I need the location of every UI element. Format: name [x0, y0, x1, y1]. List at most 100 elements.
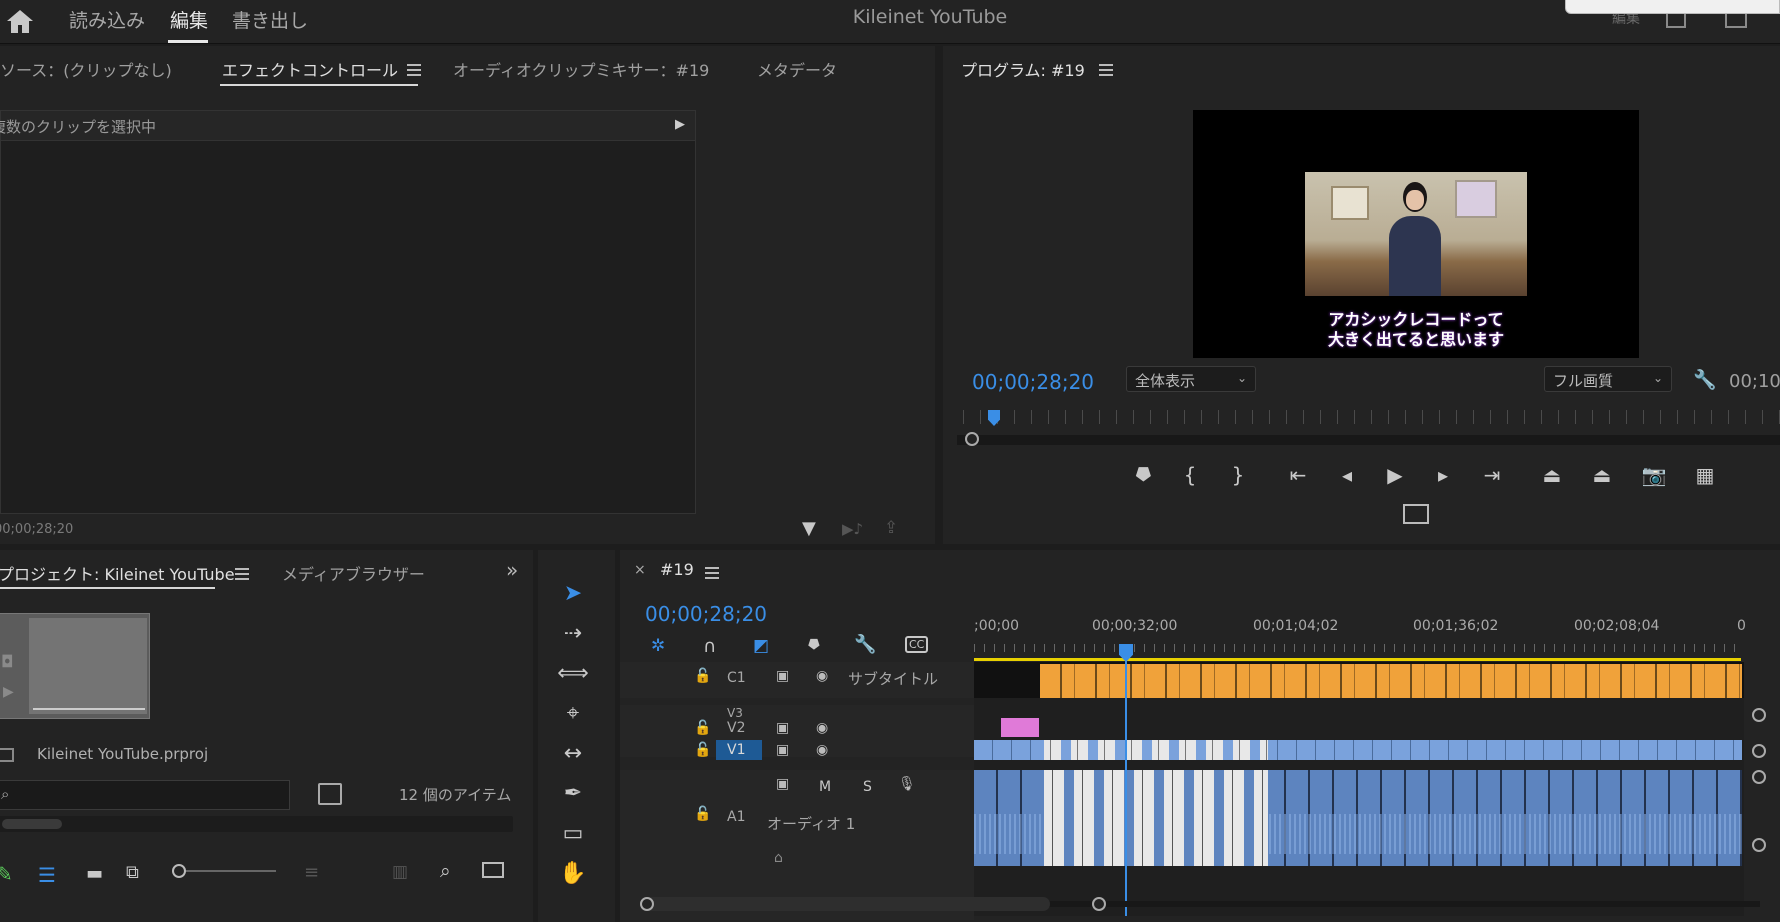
- hamburger-menu-icon[interactable]: [407, 64, 421, 76]
- a1-selected-audio[interactable]: [1044, 770, 1268, 866]
- track-height-handle[interactable]: [1752, 838, 1766, 852]
- track-label-v1[interactable]: V1: [727, 742, 745, 758]
- v1-selected-clips[interactable]: [1044, 740, 1268, 760]
- tab-audio-clip-mixer[interactable]: オーディオクリップミキサー：#19: [453, 57, 709, 81]
- hamburger-menu-icon[interactable]: [1099, 64, 1113, 76]
- selection-tool-icon[interactable]: ➤: [553, 576, 593, 612]
- export-clip-icon[interactable]: ⇪: [884, 518, 898, 538]
- slip-tool-icon[interactable]: ↔: [553, 736, 593, 772]
- toggle-sync-lock-icon[interactable]: ▣: [776, 776, 789, 792]
- timeline-ruler-ticks[interactable]: [974, 644, 1741, 652]
- track-height-handle[interactable]: [1752, 770, 1766, 784]
- captions-cc-icon[interactable]: CC: [905, 636, 929, 653]
- timeline-zoom-bar[interactable]: [640, 897, 1050, 911]
- icon-view-icon[interactable]: ▬: [86, 863, 103, 884]
- lift-icon[interactable]: ⏏: [1538, 461, 1566, 489]
- wrench-icon[interactable]: 🔧: [1693, 368, 1717, 391]
- chevron-double-right-icon[interactable]: »: [506, 558, 518, 582]
- sort-icon[interactable]: ≡: [304, 862, 319, 883]
- tab-effect-controls[interactable]: エフェクトコントロール: [222, 57, 398, 81]
- project-file-name[interactable]: Kileinet YouTube.prproj: [37, 745, 208, 763]
- solo-button[interactable]: S: [863, 779, 872, 795]
- freeform-view-icon[interactable]: ⧉: [126, 862, 139, 883]
- video-frame: アカシックレコードって 大きく出てると思います: [1193, 110, 1639, 358]
- timeline-panel: × #19 00;00;28;20 ✲ ∩ ◩ ⯂ 🔧 CC ;00;00 00…: [620, 550, 1780, 922]
- linked-selection-icon[interactable]: ◩: [753, 636, 769, 656]
- program-timecode[interactable]: 00;00;28;20: [972, 370, 1094, 394]
- mark-out-icon[interactable]: }: [1224, 461, 1252, 489]
- find-folder-icon[interactable]: [318, 783, 342, 805]
- extract-icon[interactable]: ⏏: [1588, 461, 1616, 489]
- lock-icon[interactable]: 🔓: [694, 668, 711, 684]
- ripple-edit-tool-icon[interactable]: ⟺: [553, 656, 593, 692]
- lock-icon[interactable]: 🔓: [694, 742, 711, 758]
- lock-icon[interactable]: 🔓: [694, 806, 711, 822]
- playback-quality-select[interactable]: フル画質 ⌄: [1544, 366, 1672, 392]
- timeline-timecode[interactable]: 00;00;28;20: [645, 602, 767, 626]
- snap-magnet-icon[interactable]: ∩: [703, 636, 716, 657]
- new-bin-icon[interactable]: [482, 862, 504, 878]
- automate-to-sequence-icon[interactable]: ▥: [392, 862, 408, 882]
- tab-source[interactable]: ソース：(クリップなし): [0, 57, 172, 81]
- program-scroll-track[interactable]: [957, 435, 1780, 445]
- go-to-in-icon[interactable]: ⇤: [1284, 461, 1312, 489]
- step-back-icon[interactable]: ◂: [1333, 461, 1361, 489]
- expand-arrow-icon[interactable]: ▶: [675, 117, 685, 132]
- toggle-sync-lock-icon[interactable]: ▣: [776, 720, 789, 736]
- toggle-sync-lock-icon[interactable]: ▣: [776, 668, 789, 684]
- caption-clips[interactable]: [1040, 664, 1742, 698]
- mute-button[interactable]: M: [819, 779, 831, 795]
- mark-in-icon[interactable]: {: [1176, 461, 1204, 489]
- camera-icon[interactable]: 📷: [1640, 461, 1668, 489]
- filter-icon[interactable]: ▼: [802, 518, 816, 539]
- tab-media-browser[interactable]: メディアブラウザー: [282, 561, 425, 585]
- find-icon[interactable]: ⌕: [440, 860, 451, 882]
- tab-active-underline: [220, 84, 418, 86]
- zoom-handle-left[interactable]: [640, 897, 654, 911]
- step-forward-icon[interactable]: ▸: [1429, 461, 1457, 489]
- tab-metadata[interactable]: メタデータ: [757, 57, 837, 81]
- add-marker-icon[interactable]: ⯂: [1128, 461, 1156, 489]
- pink-graphic-clip[interactable]: [1001, 718, 1039, 737]
- sequence-tab[interactable]: #19: [660, 560, 694, 579]
- program-scroll-handle[interactable]: [965, 432, 979, 446]
- wrench-icon[interactable]: 🔧: [854, 634, 876, 655]
- pen-tool-icon[interactable]: ✒: [553, 776, 593, 812]
- list-view-icon[interactable]: ☰: [38, 863, 56, 887]
- eye-icon[interactable]: ◉: [816, 720, 828, 736]
- hamburger-menu-icon[interactable]: [235, 568, 249, 580]
- audio-only-icon[interactable]: ▶♪: [842, 520, 863, 538]
- project-thumbnail[interactable]: ◘ ▶: [0, 613, 150, 719]
- toggle-sync-lock-icon[interactable]: ▣: [776, 742, 789, 758]
- work-area-bar[interactable]: [974, 658, 1741, 661]
- lock-icon[interactable]: 🔓: [694, 720, 711, 736]
- search-input[interactable]: ⌕: [0, 780, 290, 810]
- comparison-view-icon[interactable]: ▦: [1691, 461, 1719, 489]
- pencil-icon[interactable]: ✎: [0, 862, 13, 886]
- zoom-level-select[interactable]: 全体表示 ⌄: [1126, 366, 1256, 392]
- microphone-icon[interactable]: 🎙: [898, 776, 916, 792]
- rectangle-tool-icon[interactable]: ▭: [553, 816, 593, 852]
- zoom-slider-handle[interactable]: [172, 864, 186, 878]
- project-scrollbar[interactable]: [0, 816, 513, 832]
- track-height-handle[interactable]: [1752, 708, 1766, 722]
- close-icon[interactable]: ×: [634, 562, 646, 578]
- track-select-tool-icon[interactable]: ⇢: [553, 616, 593, 652]
- play-icon[interactable]: ▶: [1381, 461, 1409, 489]
- keyframe-nav-icon[interactable]: ⌂: [774, 850, 783, 866]
- chevron-down-icon: ⌄: [1236, 371, 1247, 385]
- add-marker-icon[interactable]: ⯂: [807, 636, 819, 654]
- eye-icon[interactable]: ◉: [816, 742, 828, 758]
- eye-icon[interactable]: ◉: [816, 668, 828, 684]
- track-height-handle[interactable]: [1752, 744, 1766, 758]
- tab-project[interactable]: プロジェクト: Kileinet YouTube: [0, 561, 235, 585]
- zoom-handle-right[interactable]: [1092, 897, 1106, 911]
- go-to-out-icon[interactable]: ⇥: [1478, 461, 1506, 489]
- zoom-slider-track[interactable]: [172, 870, 276, 872]
- hamburger-menu-icon[interactable]: [705, 567, 719, 579]
- program-ruler[interactable]: [963, 410, 1780, 424]
- insert-nest-icon[interactable]: ✲: [651, 636, 665, 656]
- razor-tool-icon[interactable]: ⌖: [553, 696, 593, 732]
- hand-tool-icon[interactable]: ✋: [553, 856, 593, 892]
- safe-margins-icon[interactable]: [1403, 504, 1429, 524]
